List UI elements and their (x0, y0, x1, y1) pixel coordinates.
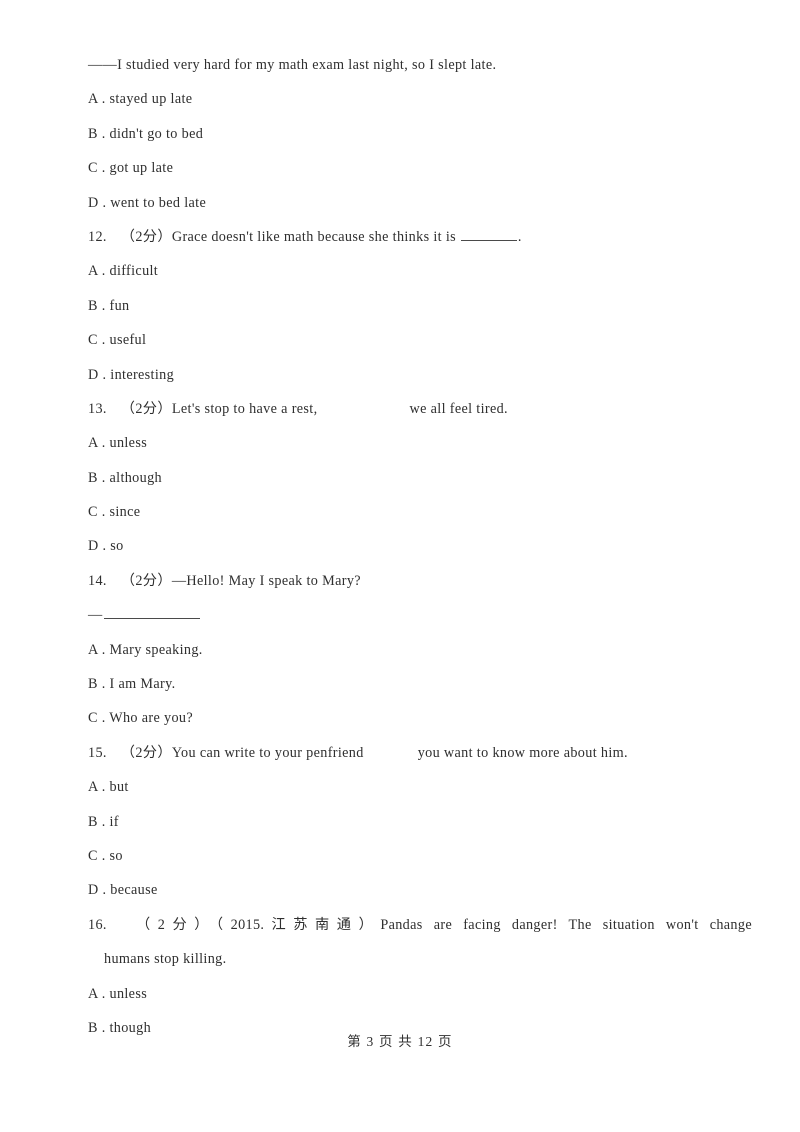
option-row[interactable]: B . although (88, 461, 752, 495)
question-12-stem: 12. （2分）Grace doesn't like math because s… (88, 220, 752, 254)
option-row[interactable]: C . useful (88, 323, 752, 357)
question-marks: （2分） (120, 228, 172, 245)
question-stem-text: Pandas are facing danger! The situation … (380, 916, 752, 933)
question-marks: （2分） (120, 744, 172, 761)
question-number: 16. (88, 916, 107, 933)
question-content-column: ——I studied very hard for my math exam l… (88, 48, 752, 1045)
option-row[interactable]: D . went to bed late (88, 186, 752, 220)
question-source: （2015.江苏南通） (215, 916, 381, 933)
question-stem-text: —Hello! May I speak to Mary? (171, 572, 361, 589)
option-row[interactable]: A . but (88, 770, 752, 804)
question-13-stem: 13. （2分）Let's stop to have a rest, we all … (88, 392, 752, 426)
option-row[interactable]: A . unless (88, 977, 752, 1011)
question-marks: （2分） (128, 916, 216, 933)
question-15-stem: 15. （2分）You can write to your penfriend yo… (88, 736, 752, 770)
question-stem-continuation: humans stop killing. (104, 951, 227, 968)
option-row[interactable]: C . Who are you? (88, 701, 752, 735)
question-marks: （2分） (120, 400, 172, 417)
option-row[interactable]: A . stayed up late (88, 82, 752, 116)
option-row[interactable]: B . if (88, 805, 752, 839)
question-number: 14. (88, 572, 107, 589)
question-stem-text: Let's stop to have a rest, (171, 400, 318, 417)
question-marks: （2分） (120, 572, 172, 589)
option-row[interactable]: A . Mary speaking. (88, 633, 752, 667)
option-row[interactable]: B . fun (88, 289, 752, 323)
option-row[interactable]: D . interesting (88, 358, 752, 392)
question-stem-text: You can write to your penfriend (171, 744, 364, 761)
option-row[interactable]: B . didn't go to bed (88, 117, 752, 151)
question-number: 13. (88, 400, 107, 417)
option-row[interactable]: A . difficult (88, 254, 752, 288)
question-stem-text: Grace doesn't like math because she thin… (171, 228, 460, 245)
option-row[interactable]: D . so (88, 529, 752, 563)
question-16-stem: 16. （2分）（2015.江苏南通）Pandas are facing dang… (88, 908, 752, 977)
dialogue-dash: — (88, 607, 103, 624)
fill-in-blank[interactable] (103, 605, 200, 620)
option-row[interactable]: B . I am Mary. (88, 667, 752, 701)
question-stem-tail: . (517, 228, 522, 245)
continued-question-stem: ——I studied very hard for my math exam l… (88, 57, 497, 73)
option-row[interactable]: C . since (88, 495, 752, 529)
question-number: 15. (88, 744, 107, 761)
question-14-stem: 14. （2分）—Hello! May I speak to Mary? (88, 564, 752, 598)
fill-in-blank[interactable] (460, 227, 517, 241)
option-row[interactable]: D . because (88, 873, 752, 907)
option-row[interactable]: C . got up late (88, 151, 752, 185)
question-stem-tail: we all feel tired. (409, 400, 508, 417)
option-row[interactable]: A . unless (88, 426, 752, 460)
question-14-answer-prompt: — (88, 598, 752, 632)
document-page: ——I studied very hard for my math exam l… (0, 0, 800, 1132)
page-footer: 第 3 页 共 12 页 (347, 1034, 453, 1049)
question-stem-tail: you want to know more about him. (417, 744, 628, 761)
question-number: 12. (88, 228, 107, 245)
option-row[interactable]: C . so (88, 839, 752, 873)
